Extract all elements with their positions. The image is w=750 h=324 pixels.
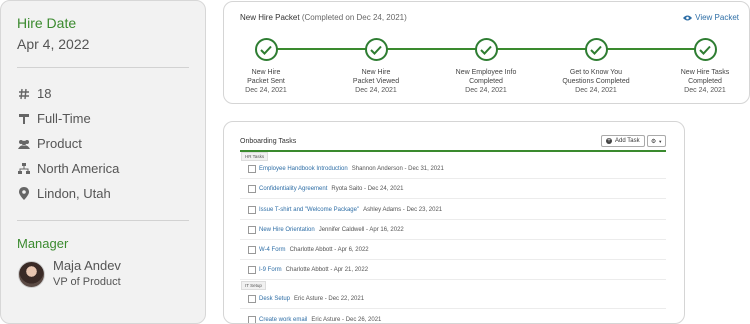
task-name[interactable]: New Hire Orientation [259,227,315,233]
task-checkbox[interactable] [248,245,256,254]
task-meta: Charlotte Abbott - Apr 6, 2022 [289,246,369,253]
step-get-to-know-you: Get to Know You Questions Completed Dec 2… [551,38,641,94]
step-label-line2: Packet Sent [247,78,285,85]
chevron-down-icon: ▼ [658,138,663,144]
task-name[interactable]: Issue T-shirt and "Welcome Package" [259,207,359,213]
step-label-line2: Packet Viewed [352,78,400,85]
employee-number-row: 18 [17,86,51,101]
step-date: Dec 24, 2021 [245,87,287,94]
step-label-line2: Questions Completed [562,78,630,85]
manager-title: VP of Product [53,276,121,288]
employee-number: 18 [37,86,52,101]
step-label-line2: Completed [469,78,503,85]
hire-date-label: Hire Date [17,15,77,31]
org-chart-icon [17,162,31,176]
tasks-divider [240,150,666,152]
task-checkbox[interactable] [248,225,256,234]
packet-heading: New Hire Packet (Completed on Dec 24, 20… [240,13,407,22]
step-packet-viewed: New Hire Packet Viewed Dec 24, 2021 [331,38,421,94]
add-task-button[interactable]: + Add Task [601,135,645,147]
map-pin-icon [17,187,31,201]
manager-name[interactable]: Maja Andev [53,258,121,273]
step-label-line1: New Hire [251,69,281,76]
region-row: North America [17,161,119,176]
task-checkbox[interactable] [248,265,256,274]
task-checkbox[interactable] [248,184,256,193]
divider [17,67,189,68]
task-meta: Charlotte Abbott - Apr 21, 2022 [285,266,369,273]
task-name[interactable]: Confidentiality Agreement [259,186,327,192]
task-meta: Ryota Saito - Dec 24, 2021 [331,185,404,192]
task-name[interactable]: Desk Setup [259,296,290,302]
divider [17,220,189,221]
task-checkbox[interactable] [248,315,256,323]
task-name[interactable]: I-9 Form [259,267,282,273]
task-meta: Ashley Adams - Dec 23, 2021 [363,206,443,213]
hash-icon [17,87,31,101]
task-row: Employee Handbook Introduction Shannon A… [240,159,666,179]
task-row: Desk Setup Eric Asture - Dec 22, 2021 [240,289,666,309]
view-packet-link[interactable]: View Packet [683,13,739,22]
employment-type: Full-Time [37,111,91,126]
step-packet-sent: New Hire Packet Sent Dec 24, 2021 [221,38,311,94]
view-packet-label: View Packet [695,13,739,22]
step-date: Dec 24, 2021 [465,87,507,94]
gear-icon: ⚙ [650,138,657,145]
eye-icon [683,15,693,20]
task-meta: Eric Asture - Dec 26, 2021 [311,316,382,323]
step-employee-info: New Employee Info Completed Dec 24, 2021 [441,38,531,94]
department-row: Product [17,136,82,151]
step-label-line1: Get to Know You [569,69,623,76]
task-row: New Hire Orientation Jennifer Caldwell -… [240,220,666,240]
check-circle-icon [254,38,278,61]
task-row: I-9 Form Charlotte Abbott - Apr 21, 2022 [240,260,666,280]
task-row: W-4 Form Charlotte Abbott - Apr 6, 2022 [240,240,666,260]
step-label-line1: New Hire [361,69,391,76]
check-circle-icon [474,38,498,61]
task-row: Issue T-shirt and "Welcome Package" Ashl… [240,200,666,220]
badge-icon [17,112,31,126]
packet-completed-note: (Completed on Dec 24, 2021) [301,13,407,22]
manager-label: Manager [17,236,69,251]
step-new-hire-tasks: New Hire Tasks Completed Dec 24, 2021 [660,38,750,94]
task-name[interactable]: W-4 Form [259,247,286,253]
employment-type-row: Full-Time [17,111,91,126]
step-date: Dec 24, 2021 [684,87,726,94]
hire-date-value: Apr 4, 2022 [17,36,90,52]
onboarding-tasks-card: Onboarding Tasks + Add Task ⚙ ▼ HR Tasks… [223,121,685,324]
task-row: Confidentiality Agreement Ryota Saito - … [240,179,666,199]
task-meta: Eric Asture - Dec 22, 2021 [294,295,365,302]
task-meta: Shannon Anderson - Dec 31, 2021 [351,165,444,172]
plus-circle-icon: + [606,138,612,144]
check-circle-icon [584,38,608,61]
task-meta: Jennifer Caldwell - Apr 16, 2022 [318,226,404,233]
task-name[interactable]: Employee Handbook Introduction [259,166,348,172]
step-date: Dec 24, 2021 [355,87,397,94]
task-checkbox[interactable] [248,294,256,303]
region: North America [37,161,120,176]
step-label-line1: New Hire Tasks [680,69,730,76]
check-circle-icon [364,38,388,61]
task-checkbox[interactable] [248,205,256,214]
settings-dropdown-button[interactable]: ⚙ ▼ [647,135,666,147]
tasks-title: Onboarding Tasks [240,138,297,145]
check-circle-icon [693,38,717,61]
packet-title: New Hire Packet [240,13,300,22]
location: Lindon, Utah [37,186,111,201]
new-hire-packet-card: New Hire Packet (Completed on Dec 24, 20… [223,1,750,104]
step-label-line1: New Employee Info [455,69,517,76]
task-row: Create work email Eric Asture - Dec 26, … [240,310,666,323]
location-row: Lindon, Utah [17,186,111,201]
add-task-label: Add Task [615,138,640,144]
manager-avatar[interactable] [18,261,45,288]
people-icon [17,137,31,151]
department: Product [37,136,82,151]
employee-profile-card: Hire Date Apr 4, 2022 18 Full-Time Produ… [0,0,206,324]
task-name[interactable]: Create work email [259,317,307,323]
step-date: Dec 24, 2021 [575,87,617,94]
step-label-line2: Completed [688,78,722,85]
task-checkbox[interactable] [248,164,256,173]
